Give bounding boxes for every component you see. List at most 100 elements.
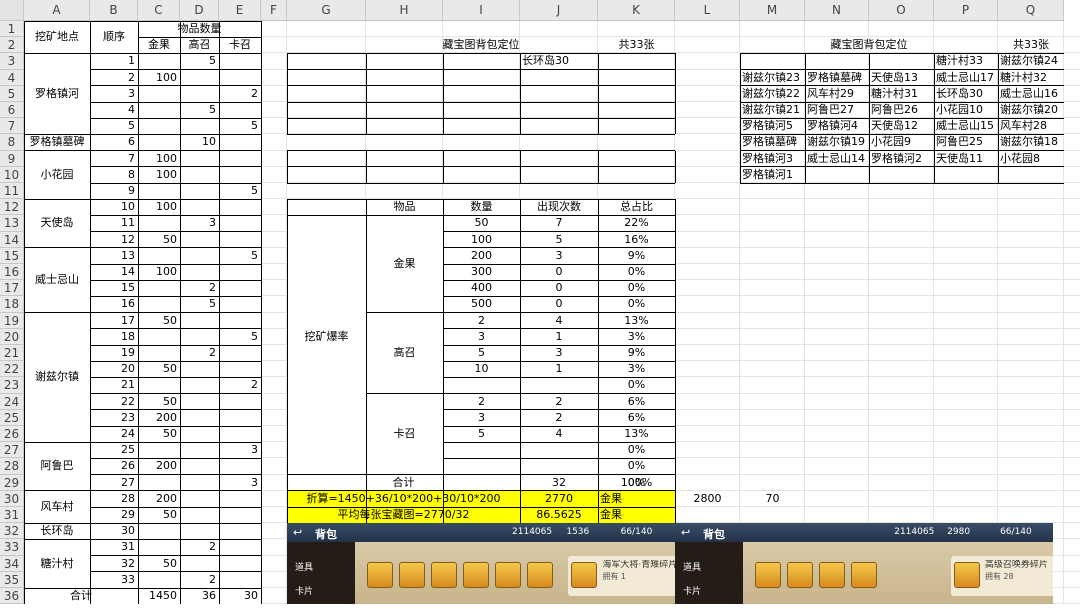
row-header[interactable]: 20 [0,328,24,345]
row-header[interactable]: 12 [0,199,24,216]
row-header[interactable]: 11 [0,183,24,200]
occurrence-cell [520,458,598,474]
order-cell: 27 [121,475,135,489]
column-header[interactable]: Q [998,0,1064,21]
border-line [90,425,261,427]
column-header[interactable]: L [675,0,740,21]
row-header[interactable]: 23 [0,377,24,394]
back-icon[interactable]: ↩ [293,526,302,539]
row-header[interactable]: 6 [0,102,24,119]
border-line [286,69,288,86]
sidebar-tab-cards[interactable]: 卡片 [295,584,313,597]
sidebar-tab-items[interactable]: 道具 [295,560,313,573]
border-line [674,69,676,86]
border-line [366,312,443,314]
average-formula: 平均每张宝藏图=2770/32 [337,508,470,521]
border-line [90,457,261,459]
item-slot[interactable] [527,562,553,589]
column-header[interactable]: N [805,0,869,21]
row-header[interactable]: 3 [0,53,24,70]
column-header[interactable]: M [740,0,805,21]
row-header[interactable]: 13 [0,215,24,232]
item-slot[interactable] [431,562,457,589]
group-gold: 金果 [393,256,416,270]
row-header[interactable]: 7 [0,118,24,135]
item-slot[interactable] [495,562,521,589]
map-location-cell: 糖汁村32 [1000,70,1047,84]
border-line [443,231,675,233]
row-header[interactable]: 34 [0,555,24,572]
item-slot[interactable] [787,562,813,589]
row-header[interactable]: 19 [0,312,24,329]
column-header[interactable]: D [180,0,219,21]
row-header[interactable]: 24 [0,393,24,410]
row-header[interactable]: 25 [0,409,24,426]
row-header[interactable]: 26 [0,426,24,443]
item-slot[interactable] [399,562,425,589]
column-header[interactable]: H [366,0,443,21]
row-header[interactable]: 2 [0,37,24,54]
card-summon-cell [219,361,261,377]
order-cell: 10 [121,200,135,214]
column-header[interactable]: G [287,0,366,21]
item-slot[interactable] [851,562,877,589]
column-header[interactable]: F [261,0,287,21]
row-header[interactable]: 36 [0,588,24,605]
row-header[interactable]: 14 [0,231,24,248]
order-cell: 2 [128,70,135,84]
item-slot[interactable] [755,562,781,589]
gold-cell: 100 [156,265,177,278]
column-header[interactable]: C [138,0,180,21]
row-header[interactable]: 9 [0,150,24,167]
item-slot[interactable] [367,562,393,589]
item-name: 海军大将·青雉碎片 [602,560,675,571]
header-ratio: 总占比 [620,200,653,214]
border-line [443,360,675,362]
total-high-summon: 36 [202,589,216,602]
row-header[interactable]: 16 [0,264,24,281]
column-header[interactable]: I [443,0,520,21]
column-header[interactable]: O [869,0,934,21]
sidebar-tab-items[interactable]: 道具 [683,560,701,573]
row-header[interactable]: 17 [0,280,24,297]
select-all-corner[interactable] [0,0,24,21]
row-header[interactable]: 21 [0,345,24,362]
spreadsheet-grid[interactable]: 挖矿地点 顺序 物品数量 金果 高召 卡召 罗格镇河 罗格镇墓碑 小花园 天使岛 威士忌山 谢兹尔镇阿… [24,21,1080,604]
row-header[interactable]: 33 [0,539,24,556]
row-header[interactable]: 10 [0,166,24,183]
back-icon[interactable]: ↩ [681,526,690,539]
card-summon-cell [219,53,261,69]
border-line [597,150,599,167]
row-header[interactable]: 18 [0,296,24,313]
row-header[interactable]: 8 [0,134,24,151]
row-header[interactable]: 1 [0,21,24,38]
high-summon-cell [180,442,219,458]
row-header[interactable]: 32 [0,523,24,540]
gold-cell [138,572,180,588]
row-header[interactable]: 4 [0,69,24,86]
column-header[interactable]: E [219,0,261,21]
quantity-cell [443,458,520,474]
row-header[interactable]: 35 [0,571,24,588]
column-header[interactable]: P [934,0,998,21]
row-header[interactable]: 31 [0,507,24,524]
row-header[interactable]: 5 [0,85,24,102]
column-header[interactable]: B [90,0,138,21]
row-header[interactable]: 27 [0,442,24,459]
row-header[interactable]: 30 [0,490,24,507]
item-slot[interactable] [819,562,845,589]
row-header[interactable]: 22 [0,361,24,378]
row-header[interactable]: 15 [0,247,24,264]
border-line [287,198,675,200]
column-header[interactable]: J [520,0,598,21]
column-header[interactable]: K [598,0,675,21]
row-header[interactable]: 28 [0,458,24,475]
map-location-cell: 罗格镇河4 [807,119,858,133]
border-line [90,506,261,508]
column-header[interactable]: A [24,0,90,21]
sidebar-tab-cards[interactable]: 卡片 [683,584,701,597]
row-header[interactable]: 29 [0,474,24,491]
item-slot[interactable] [463,562,489,589]
map-location-cell: 罗格镇河3 [742,151,793,165]
gold-cell [138,345,180,361]
